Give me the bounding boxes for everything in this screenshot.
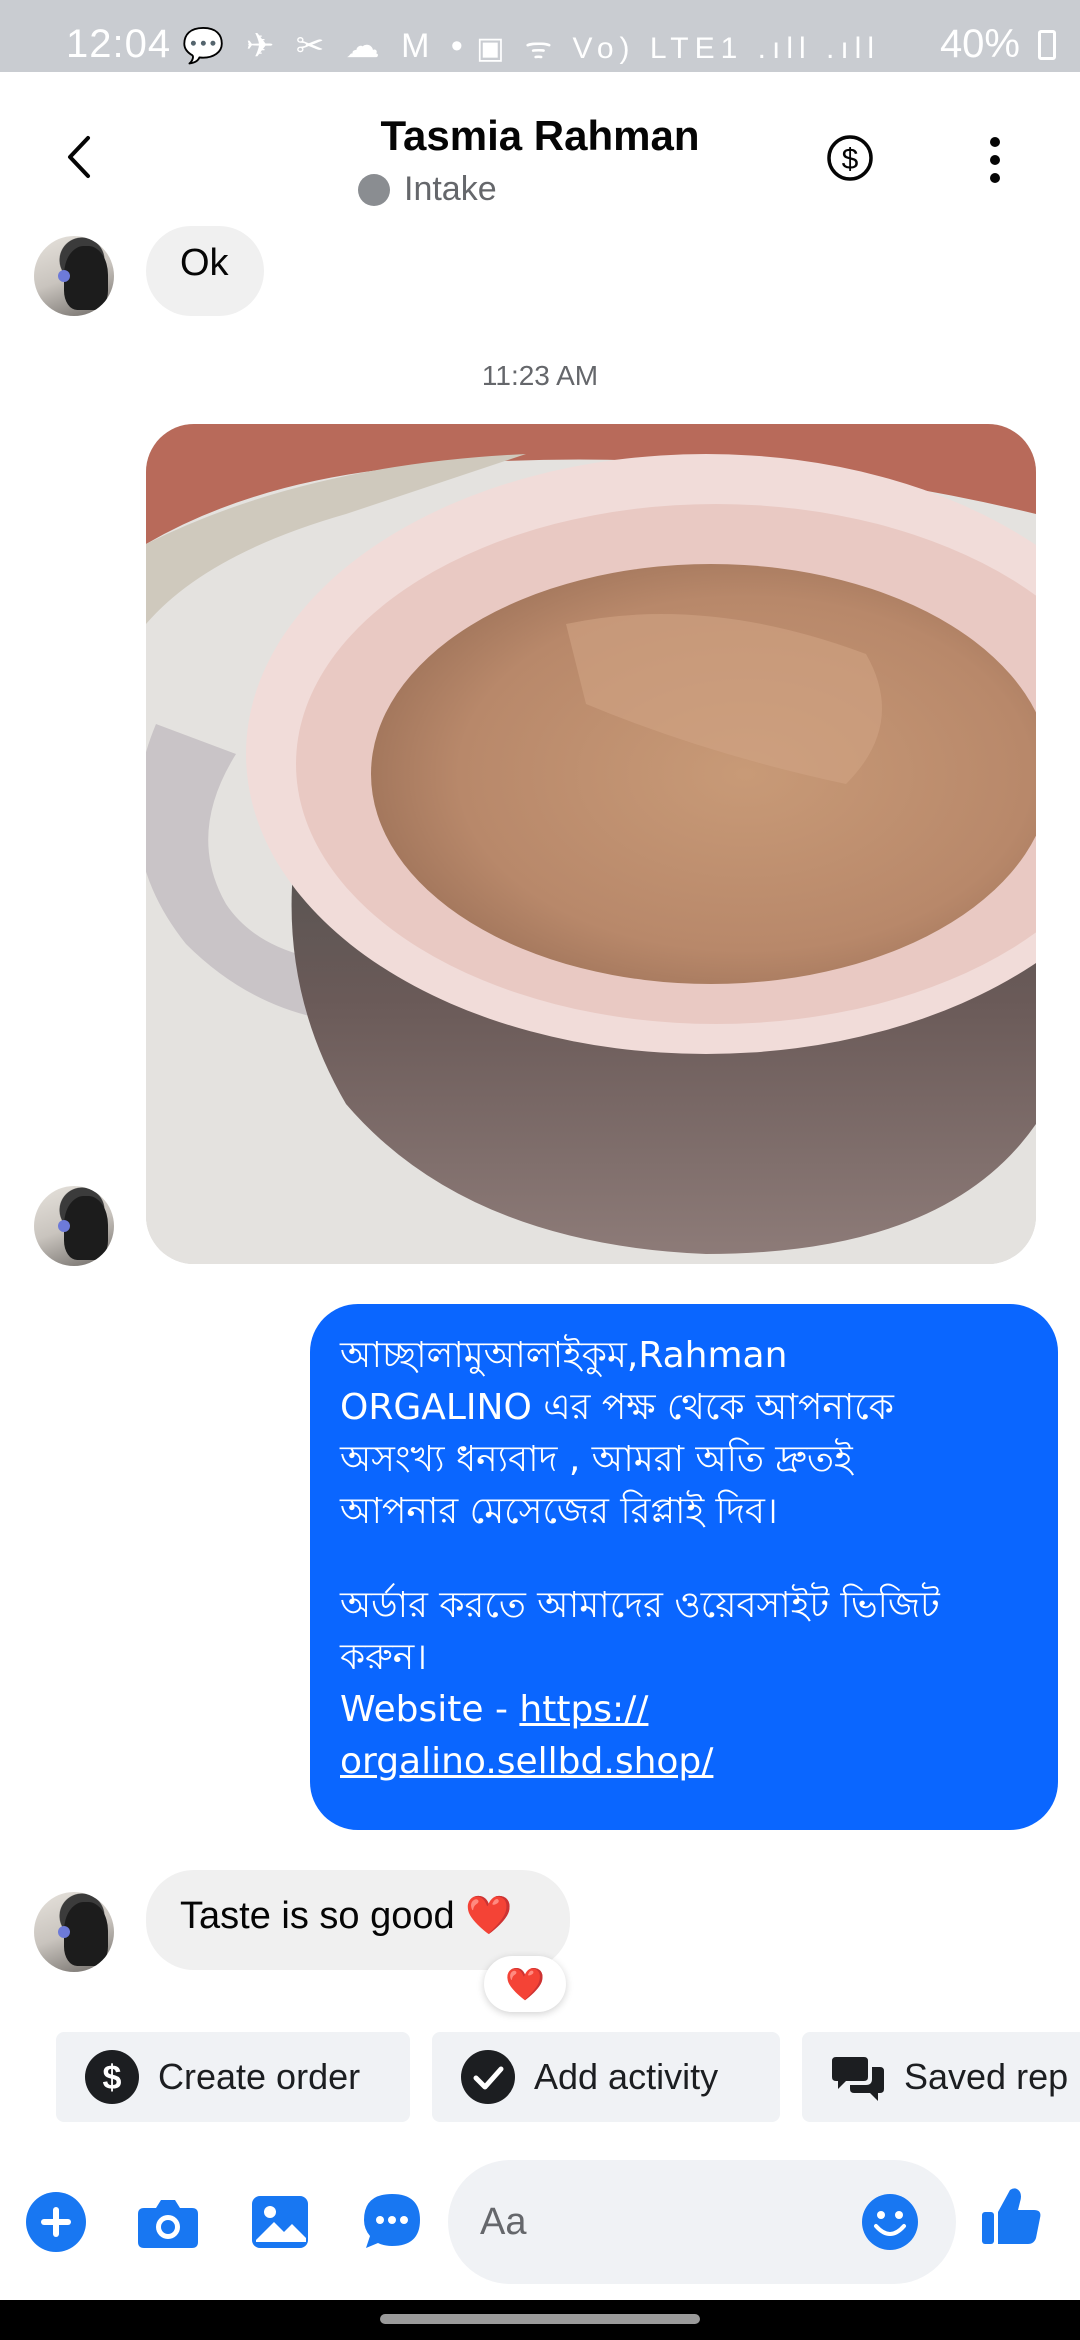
saved-replies-icon [832, 2057, 884, 2101]
tea-cup-photo [146, 424, 1036, 1264]
battery-level: 40% [939, 22, 1020, 66]
message-timestamp: 11:23 AM [481, 360, 599, 391]
contact-avatar[interactable] [34, 1186, 114, 1266]
notification-icons: 💬 ✈ ✂ ☁ M • [182, 27, 469, 65]
dollar-circle-icon: $ [85, 2050, 139, 2104]
status-bar: 12:04 💬 ✈ ✂ ☁ M • ▣ ᯤ Vo) LTE1 .ıll .ıll… [0, 0, 1080, 72]
heart-reaction-icon: ❤️ [505, 1966, 545, 2002]
chat-bubble-icon[interactable] [360, 2190, 424, 2254]
contact-avatar[interactable] [34, 236, 114, 316]
camera-icon[interactable] [136, 2190, 200, 2254]
message-text: Ok [180, 242, 229, 284]
outgoing-message[interactable]: আচ্ছালামুআলাইকুম,Rahman ORGALINO এর পক্ষ… [310, 1304, 1058, 1830]
message-reaction[interactable]: ❤️ [484, 1956, 566, 2012]
website-line: Website - https:// [340, 1684, 1028, 1736]
website-link[interactable]: https:// [519, 1689, 648, 1730]
check-circle-icon [461, 2050, 515, 2104]
add-activity-label: Add activity [534, 2056, 719, 2097]
message-line: ORGALINO এর পক্ষ থেকে আপনাকে [340, 1387, 894, 1428]
add-activity-button[interactable]: Add activity [432, 2032, 780, 2122]
home-handle[interactable] [380, 2314, 700, 2324]
message-line: আচ্ছালামুআলাইকুম,Rahman [340, 1335, 788, 1376]
plus-icon[interactable] [24, 2190, 88, 2254]
svg-text:$: $ [103, 2059, 122, 2097]
message-line: অসংখ্য ধন্যবাদ , আমরা অতি দ্রুতই [340, 1439, 853, 1480]
battery-icon [1038, 30, 1056, 60]
incoming-message[interactable]: Taste is so good ❤️ [146, 1870, 570, 1970]
contact-label[interactable]: Intake [358, 170, 497, 209]
message-composer [0, 2150, 1080, 2300]
message-input-container[interactable] [448, 2160, 956, 2284]
incoming-message[interactable]: Ok [146, 226, 264, 316]
quick-actions-bar: $ Create order Add activity Saved rep [0, 2032, 1080, 2122]
message-line: আপনার মেসেজের রিপ্লাই দিব। [340, 1491, 778, 1532]
website-link-continued[interactable]: orgalino.sellbd.shop/ [340, 1741, 713, 1782]
svg-text:$: $ [842, 143, 859, 176]
message-line: করুন। [340, 1637, 428, 1678]
emoji-icon[interactable] [860, 2192, 920, 2252]
gallery-icon[interactable] [248, 2190, 312, 2254]
create-order-label: Create order [158, 2056, 361, 2097]
message-input[interactable] [480, 2160, 860, 2284]
photo-message[interactable] [146, 424, 1036, 1264]
message-line: অর্ডার করতে আমাদের ওয়েবসাইট ভিজিট [340, 1585, 940, 1626]
label-dot-icon [358, 173, 390, 206]
saved-replies-button[interactable]: Saved rep [802, 2032, 1080, 2122]
system-navigation-bar [0, 2300, 1080, 2340]
contact-label-text: Intake [404, 170, 497, 208]
signal-icons: ▣ ᯤ Vo) LTE1 .ıll .ıll [476, 32, 880, 65]
saved-replies-label: Saved rep [904, 2056, 1069, 2097]
contact-name[interactable]: Tasmia Rahman [0, 112, 1080, 160]
status-time: 12:04 [66, 22, 172, 66]
thumbs-up-icon[interactable] [980, 2184, 1044, 2248]
conversation-header: Tasmia Rahman Intake $ [0, 72, 1080, 240]
more-vertical-icon [990, 137, 1000, 183]
contact-avatar[interactable] [34, 1892, 114, 1972]
website-label: Website - [340, 1689, 520, 1730]
message-text: Taste is so good ❤️ [180, 1895, 513, 1937]
create-order-button[interactable]: $ Create order [56, 2032, 410, 2122]
dollar-icon: $ [827, 135, 873, 181]
more-options-button[interactable] [980, 132, 1010, 188]
payment-button[interactable]: $ [826, 134, 874, 182]
